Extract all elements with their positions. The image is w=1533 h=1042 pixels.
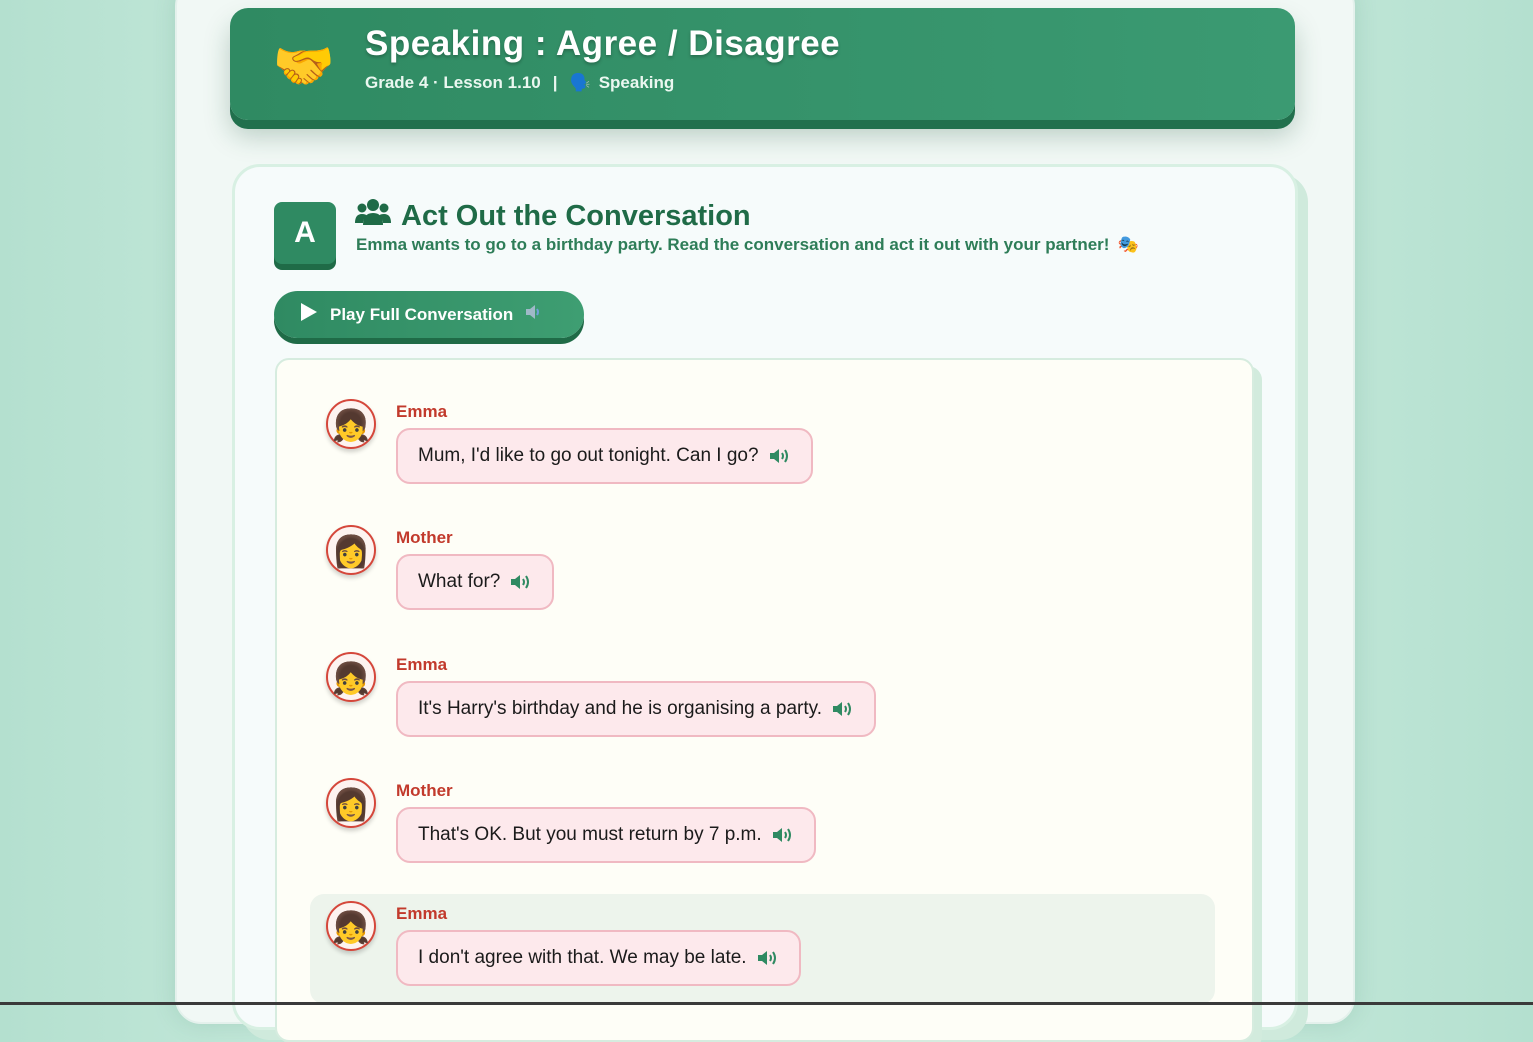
conversation-row: 👧 Emma Mum, I'd like to go out tonight. Ca…: [310, 392, 1215, 502]
speech-bubble[interactable]: Mum, I'd like to go out tonight. Can I g…: [396, 428, 813, 484]
speech-bubble[interactable]: What for?: [396, 554, 555, 610]
handshake-icon: 🤝: [272, 38, 336, 94]
woman-icon: 👩: [326, 525, 376, 575]
speaker-name: Emma: [396, 904, 448, 923]
girl-icon: 👧: [326, 901, 376, 951]
theater-masks-icon: 🎭: [1117, 235, 1139, 254]
speech-text: I don't agree with that. We may be late.: [418, 947, 747, 968]
play-button-label: Play Full Conversation: [330, 304, 514, 324]
speaking-head-icon: 🗣️: [569, 73, 591, 92]
section-description: Emma wants to go to a birthday party. Re…: [356, 235, 1139, 255]
section-title-text: Act Out the Conversation: [401, 199, 751, 232]
volume-icon[interactable]: [510, 574, 532, 590]
speaker-name: Mother: [396, 781, 453, 800]
page-title: Speaking : Agree / Disagree: [365, 24, 841, 63]
lesson-meta: Grade 4 · Lesson 1.10 | 🗣️ Speaking: [365, 73, 674, 93]
separator: |: [552, 73, 558, 92]
volume-icon[interactable]: [772, 827, 794, 843]
people-group-icon: [355, 198, 391, 234]
speaker-name: Mother: [396, 528, 453, 547]
speech-bubble[interactable]: It's Harry's birthday and he is organisi…: [396, 681, 876, 737]
volume-icon[interactable]: [757, 950, 779, 966]
volume-icon[interactable]: [832, 701, 854, 717]
speech-text: Mum, I'd like to go out tonight. Can I g…: [418, 445, 759, 466]
speech-text: That's OK. But you must return by 7 p.m.: [418, 824, 762, 845]
speech-text: What for?: [418, 571, 501, 592]
speech-bubble[interactable]: That's OK. But you must return by 7 p.m.: [396, 807, 816, 863]
section-title: Act Out the Conversation: [355, 198, 751, 234]
speech-text: It's Harry's birthday and he is organisi…: [418, 698, 822, 719]
speech-bubble[interactable]: I don't agree with that. We may be late.: [396, 930, 801, 986]
lesson-header: 🤝 Speaking : Agree / Disagree Grade 4 · …: [230, 8, 1295, 120]
play-icon: [300, 302, 318, 327]
conversation-row: 👩 Mother What for?: [310, 518, 1215, 628]
section-badge: A: [274, 202, 336, 264]
speaker-icon: [525, 304, 543, 325]
speaker-name: Emma: [396, 402, 448, 421]
girl-icon: 👧: [326, 652, 376, 702]
girl-icon: 👧: [326, 399, 376, 449]
play-full-conversation-button[interactable]: Play Full Conversation: [274, 291, 584, 338]
skill-label: Speaking: [598, 73, 675, 92]
grade-lesson: Grade 4 · Lesson 1.10: [365, 73, 541, 92]
conversation-row: 👩 Mother That's OK. But you must return by…: [310, 771, 1215, 881]
speaker-name: Emma: [396, 655, 448, 674]
conversation-row: 👧 Emma I don't agree with that. We may be …: [310, 894, 1215, 1004]
conversation-row: 👧 Emma It's Harry's birthday and he is org…: [310, 645, 1215, 755]
volume-icon[interactable]: [769, 448, 791, 464]
woman-icon: 👩: [326, 778, 376, 828]
section-description-text: Emma wants to go to a birthday party. Re…: [356, 235, 1110, 254]
